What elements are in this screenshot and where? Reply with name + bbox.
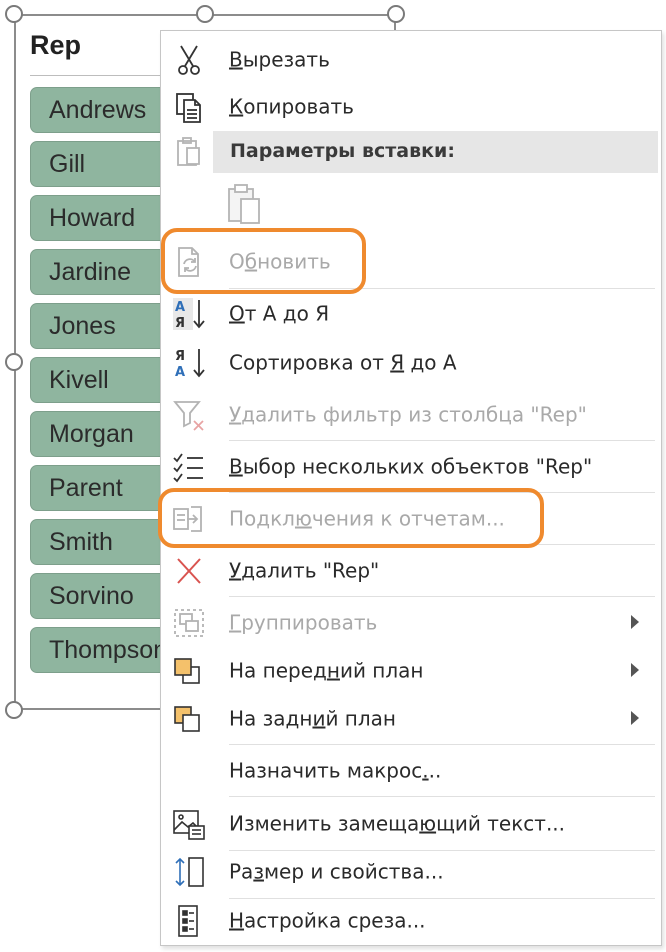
clipboard-icon [169, 134, 209, 170]
menu-item-label: Удалить "Rep" [229, 558, 380, 583]
menu-item-sort-za[interactable]: Я A Сортировка от Я до А [161, 339, 661, 387]
svg-text:A: A [175, 300, 185, 315]
copy-icon [169, 89, 209, 125]
slicer-item[interactable]: Jardine [30, 249, 180, 295]
paste-button[interactable] [223, 181, 269, 227]
menu-separator [229, 596, 655, 597]
paste-options-label: Параметры вставки: [230, 140, 455, 162]
multi-select-icon [169, 449, 209, 485]
menu-item-label: Размер и свойства... [229, 859, 444, 884]
clear-filter-icon [169, 397, 209, 433]
menu-separator [229, 744, 655, 745]
svg-text:Я: Я [175, 349, 185, 364]
slicer-item[interactable]: Jones [30, 303, 180, 349]
submenu-arrow-icon [631, 711, 639, 725]
menu-item-alt-text[interactable]: Изменить замещающий текст... [161, 799, 661, 849]
menu-item-group: Группировать [161, 599, 661, 647]
menu-item-label: Группировать [229, 610, 378, 635]
menu-item-multi-select[interactable]: Выбор нескольких объектов "Rep" [161, 443, 661, 491]
bring-to-front-icon [169, 653, 209, 689]
highlight-report-connections [158, 488, 544, 548]
menu-item-label: Сортировка от Я до А [229, 350, 457, 375]
menu-item-label: Настройка среза... [229, 908, 426, 933]
sort-descending-icon: Я A [169, 345, 209, 381]
scissors-icon [169, 42, 209, 78]
menu-item-remove[interactable]: Удалить "Rep" [161, 547, 661, 595]
slicer-divider [30, 75, 160, 76]
menu-item-copy[interactable]: Копировать [161, 85, 661, 129]
menu-item-sort-az[interactable]: A Я От А до Я [161, 291, 661, 337]
menu-item-label: Назначить макрос... [229, 758, 442, 783]
send-to-back-icon [169, 701, 209, 737]
slicer-item[interactable]: Gill [30, 141, 180, 187]
slicer-item[interactable]: Thompson [30, 627, 180, 673]
menu-item-cut[interactable]: Вырезать [161, 39, 661, 81]
resize-handle-middle-left[interactable] [5, 353, 23, 371]
menu-item-label: Копировать [229, 94, 354, 119]
resize-handle-top-right[interactable] [387, 5, 405, 23]
menu-item-label: На задний план [229, 706, 396, 731]
menu-item-label: Вырезать [229, 47, 330, 72]
resize-handle-bottom-left[interactable] [5, 701, 23, 719]
slicer-settings-icon [169, 903, 209, 939]
slicer-item[interactable]: Kivell [30, 357, 180, 403]
menu-item-label: От А до Я [229, 301, 330, 326]
paste-clipboard-icon [228, 184, 260, 224]
menu-item-bring-to-front[interactable]: На передний план [161, 647, 661, 695]
slicer-title: Rep [30, 30, 82, 60]
menu-separator [229, 796, 655, 797]
menu-item-assign-macro[interactable]: Назначить макрос... [161, 747, 661, 795]
menu-item-label: На передний план [229, 658, 424, 683]
size-properties-icon [169, 854, 209, 890]
menu-item-label: Удалить фильтр из столбца "Rep" [229, 402, 587, 427]
menu-separator [229, 440, 655, 441]
slicer-item[interactable]: Andrews [30, 87, 180, 133]
menu-item-label: Выбор нескольких объектов "Rep" [229, 454, 593, 479]
menu-item-clear-filter: Удалить фильтр из столбца "Rep" [161, 391, 661, 439]
submenu-arrow-icon [631, 663, 639, 677]
resize-handle-top-middle[interactable] [196, 5, 214, 23]
svg-text:Я: Я [175, 316, 185, 331]
slicer-item[interactable]: Sorvino [30, 573, 180, 619]
resize-handle-top-left[interactable] [5, 5, 23, 23]
menu-item-label: Изменить замещающий текст... [229, 811, 566, 836]
alt-text-icon [169, 806, 209, 842]
paste-options-header: Параметры вставки: [213, 131, 658, 173]
group-icon [169, 605, 209, 641]
sort-ascending-icon: A Я [169, 296, 209, 332]
delete-x-icon [169, 553, 209, 589]
menu-item-size-properties[interactable]: Размер и свойства... [161, 847, 661, 897]
submenu-arrow-icon [631, 615, 639, 629]
highlight-refresh [161, 228, 366, 294]
menu-item-send-to-back[interactable]: На задний план [161, 695, 661, 743]
menu-item-slicer-settings[interactable]: Настройка среза... [161, 897, 661, 945]
slicer-item[interactable]: Morgan [30, 411, 180, 457]
svg-text:A: A [175, 365, 185, 380]
slicer-item[interactable]: Howard [30, 195, 180, 241]
